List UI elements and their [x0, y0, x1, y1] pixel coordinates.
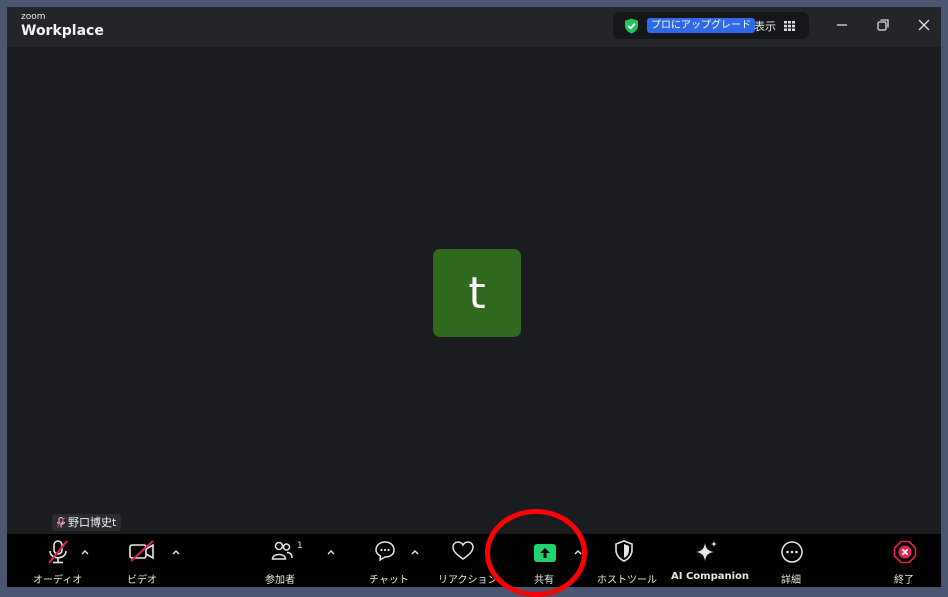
participants-icon: [271, 541, 293, 560]
participant-name: 野口博史t: [68, 516, 117, 529]
participants-label: 参加者: [265, 575, 295, 586]
host-tools-button[interactable]: ホストツール: [593, 534, 657, 587]
meeting-toolbar: オーディオ ビデオ 1 参加者 チャット リアクション 共有 ホストツール AI…: [7, 534, 941, 587]
audio-button[interactable]: オーディオ: [29, 534, 89, 587]
video-label: ビデオ: [127, 575, 157, 586]
host-tools-label: ホストツール: [597, 575, 657, 586]
participant-name-tag: 野口博史t: [52, 514, 122, 531]
chat-icon: [375, 541, 395, 562]
app-logo: zoom Workplace: [21, 12, 104, 39]
reactions-label: リアクション: [438, 575, 498, 586]
view-button[interactable]: 表示: [754, 18, 776, 34]
reactions-button[interactable]: リアクション: [432, 534, 498, 587]
participants-button[interactable]: 1 参加者: [257, 534, 307, 587]
audio-options-chevron-up-icon[interactable]: [80, 548, 90, 556]
chat-label: チャット: [369, 575, 409, 586]
heart-icon: [452, 541, 474, 560]
chat-options-chevron-up-icon[interactable]: [410, 548, 420, 556]
end-meeting-icon: [893, 540, 917, 564]
title-bar: zoom Workplace プロにアップグレード 表示: [7, 7, 941, 47]
zoom-meeting-window: zoom Workplace プロにアップグレード 表示 t 野口博史t オーデ…: [7, 7, 941, 587]
ai-companion-label: AI Companion: [671, 571, 750, 582]
participant-avatar: t: [433, 249, 521, 337]
restore-icon[interactable]: [874, 16, 892, 34]
minimize-icon[interactable]: [833, 16, 851, 34]
titlebar-pill: プロにアップグレード 表示: [613, 12, 809, 39]
grid-view-icon[interactable]: [784, 21, 795, 31]
highlight-circle-annotation: [485, 509, 587, 597]
video-off-icon: [129, 540, 154, 562]
shield-check-icon: [625, 18, 638, 34]
upgrade-button[interactable]: プロにアップグレード: [647, 18, 755, 33]
close-icon[interactable]: [915, 16, 933, 34]
brand-name: Workplace: [21, 23, 104, 39]
ai-companion-button[interactable]: AI Companion: [667, 534, 750, 587]
shield-icon: [615, 540, 633, 562]
end-meeting-button[interactable]: 終了: [885, 534, 925, 587]
participants-options-chevron-up-icon[interactable]: [326, 548, 336, 556]
mic-muted-icon: [56, 517, 66, 528]
brand-small-text: zoom: [21, 12, 46, 22]
sparkle-icon: [696, 541, 717, 561]
mic-muted-icon: [48, 540, 68, 564]
more-icon: [781, 541, 803, 563]
chat-button[interactable]: チャット: [362, 534, 412, 587]
participants-count: 1: [297, 541, 303, 551]
end-label: 終了: [894, 575, 914, 586]
audio-label: オーディオ: [33, 575, 83, 586]
video-button[interactable]: ビデオ: [117, 534, 167, 587]
more-button[interactable]: 詳細: [772, 534, 812, 587]
video-options-chevron-up-icon[interactable]: [171, 548, 181, 556]
more-label: 詳細: [781, 575, 801, 586]
video-area: t: [7, 47, 941, 534]
